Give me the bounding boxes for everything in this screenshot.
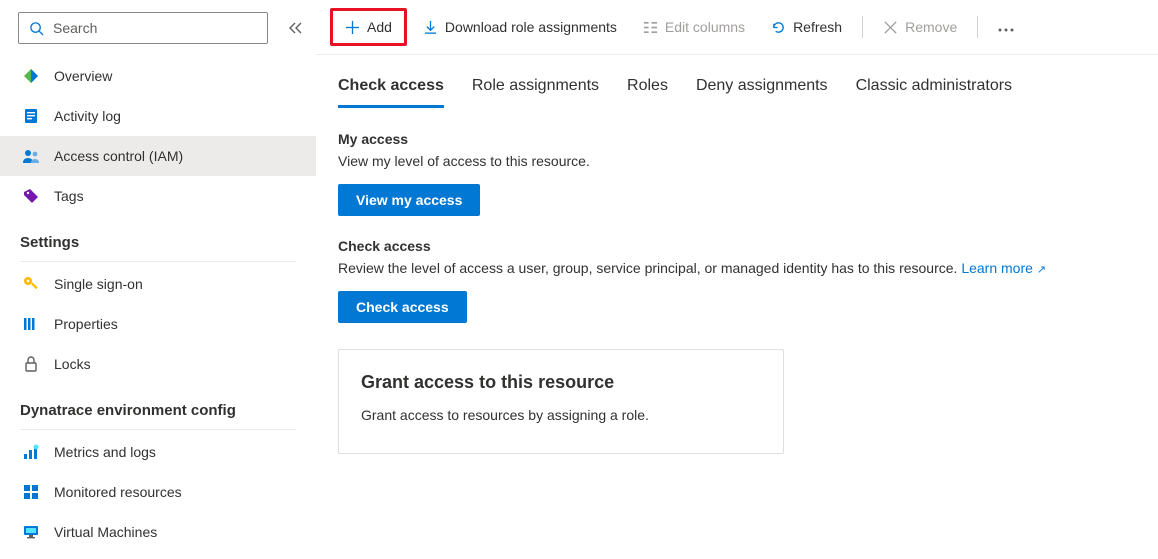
tab-check-access[interactable]: Check access bbox=[338, 77, 444, 108]
vm-icon bbox=[22, 523, 40, 541]
toolbar-label: Download role assignments bbox=[445, 19, 617, 35]
sidebar-item-virtual-machines[interactable]: Virtual Machines bbox=[0, 512, 316, 552]
sidebar-item-metrics-and-logs[interactable]: Metrics and logs bbox=[0, 432, 316, 472]
toolbar-label: Refresh bbox=[793, 19, 842, 35]
columns-icon bbox=[643, 20, 658, 35]
sidebar-item-properties[interactable]: Properties bbox=[0, 304, 316, 344]
download-icon bbox=[423, 20, 438, 35]
sidebar-item-activity-log[interactable]: Activity log bbox=[0, 96, 316, 136]
search-input[interactable] bbox=[53, 20, 259, 36]
toolbar-label: Remove bbox=[905, 19, 957, 35]
external-link-icon: ↗ bbox=[1037, 264, 1046, 276]
section-description: View my level of access to this resource… bbox=[338, 151, 1132, 172]
card-title: Grant access to this resource bbox=[361, 372, 761, 393]
people-icon bbox=[22, 147, 40, 165]
check-access-button[interactable]: Check access bbox=[338, 291, 467, 323]
toolbar-separator bbox=[977, 16, 978, 38]
grant-access-card: Grant access to this resource Grant acce… bbox=[338, 349, 784, 454]
more-actions-button[interactable] bbox=[988, 13, 1024, 41]
sidebar-item-label: Virtual Machines bbox=[54, 524, 157, 540]
sidebar-item-monitored-resources[interactable]: Monitored resources bbox=[0, 472, 316, 512]
tabs: Check access Role assignments Roles Deny… bbox=[316, 55, 1154, 109]
section-header-settings: Settings bbox=[0, 216, 316, 257]
tab-classic-administrators[interactable]: Classic administrators bbox=[856, 77, 1012, 108]
search-row bbox=[0, 0, 316, 56]
sidebar-item-label: Monitored resources bbox=[54, 484, 182, 500]
sidebar-item-label: Locks bbox=[54, 356, 91, 372]
sidebar-item-locks[interactable]: Locks bbox=[0, 344, 316, 384]
tab-roles[interactable]: Roles bbox=[627, 77, 668, 108]
my-access-section: My access View my level of access to thi… bbox=[316, 109, 1154, 216]
overview-icon bbox=[22, 67, 40, 85]
sidebar-item-label: Activity log bbox=[54, 108, 121, 124]
plus-icon bbox=[345, 20, 360, 35]
sidebar-item-tags[interactable]: Tags bbox=[0, 176, 316, 216]
sidebar-item-label: Overview bbox=[54, 68, 112, 84]
search-icon bbox=[27, 19, 45, 37]
sidebar-item-overview[interactable]: Overview bbox=[0, 56, 316, 96]
lock-icon bbox=[22, 355, 40, 373]
sidebar-item-label: Properties bbox=[54, 316, 118, 332]
divider bbox=[20, 429, 296, 430]
section-description: Review the level of access a user, group… bbox=[338, 258, 1132, 279]
toolbar-separator bbox=[862, 16, 863, 38]
sidebar: Overview Activity log Access control (IA… bbox=[0, 0, 316, 559]
key-icon bbox=[22, 275, 40, 293]
divider bbox=[20, 261, 296, 262]
sidebar-item-label: Tags bbox=[54, 188, 84, 204]
toolbar-label: Edit columns bbox=[665, 19, 745, 35]
tab-deny-assignments[interactable]: Deny assignments bbox=[696, 77, 828, 108]
tag-icon bbox=[22, 187, 40, 205]
ellipsis-icon bbox=[998, 19, 1014, 35]
collapse-sidebar-button[interactable] bbox=[284, 16, 308, 40]
sidebar-scroll[interactable]: Overview Activity log Access control (IA… bbox=[0, 56, 316, 559]
view-my-access-button[interactable]: View my access bbox=[338, 184, 480, 216]
add-button[interactable]: Add bbox=[330, 8, 407, 46]
resources-grid-icon bbox=[22, 483, 40, 501]
download-role-assignments-button[interactable]: Download role assignments bbox=[413, 13, 627, 41]
learn-more-link[interactable]: Learn more ↗ bbox=[961, 260, 1046, 276]
remove-x-icon bbox=[883, 20, 898, 35]
check-access-section: Check access Review the level of access … bbox=[316, 216, 1154, 323]
refresh-button[interactable]: Refresh bbox=[761, 13, 852, 41]
properties-icon bbox=[22, 315, 40, 333]
activity-log-icon bbox=[22, 107, 40, 125]
metrics-icon bbox=[22, 443, 40, 461]
sidebar-item-access-control[interactable]: Access control (IAM) bbox=[0, 136, 316, 176]
section-title: Check access bbox=[338, 238, 1132, 254]
main-panel: Add Download role assignments Edit colum… bbox=[316, 0, 1158, 559]
tab-role-assignments[interactable]: Role assignments bbox=[472, 77, 599, 108]
remove-button: Remove bbox=[873, 13, 967, 41]
refresh-icon bbox=[771, 20, 786, 35]
sidebar-item-label: Access control (IAM) bbox=[54, 148, 183, 164]
main-scroll[interactable]: Check access Role assignments Roles Deny… bbox=[316, 55, 1158, 559]
sidebar-item-single-sign-on[interactable]: Single sign-on bbox=[0, 264, 316, 304]
search-box[interactable] bbox=[18, 12, 268, 44]
section-title: My access bbox=[338, 131, 1132, 147]
toolbar-label: Add bbox=[367, 19, 392, 35]
sidebar-item-label: Single sign-on bbox=[54, 276, 143, 292]
section-header-dynatrace: Dynatrace environment config bbox=[0, 384, 316, 425]
edit-columns-button: Edit columns bbox=[633, 13, 755, 41]
toolbar: Add Download role assignments Edit colum… bbox=[316, 0, 1158, 55]
card-description: Grant access to resources by assigning a… bbox=[361, 407, 761, 423]
sidebar-item-label: Metrics and logs bbox=[54, 444, 156, 460]
